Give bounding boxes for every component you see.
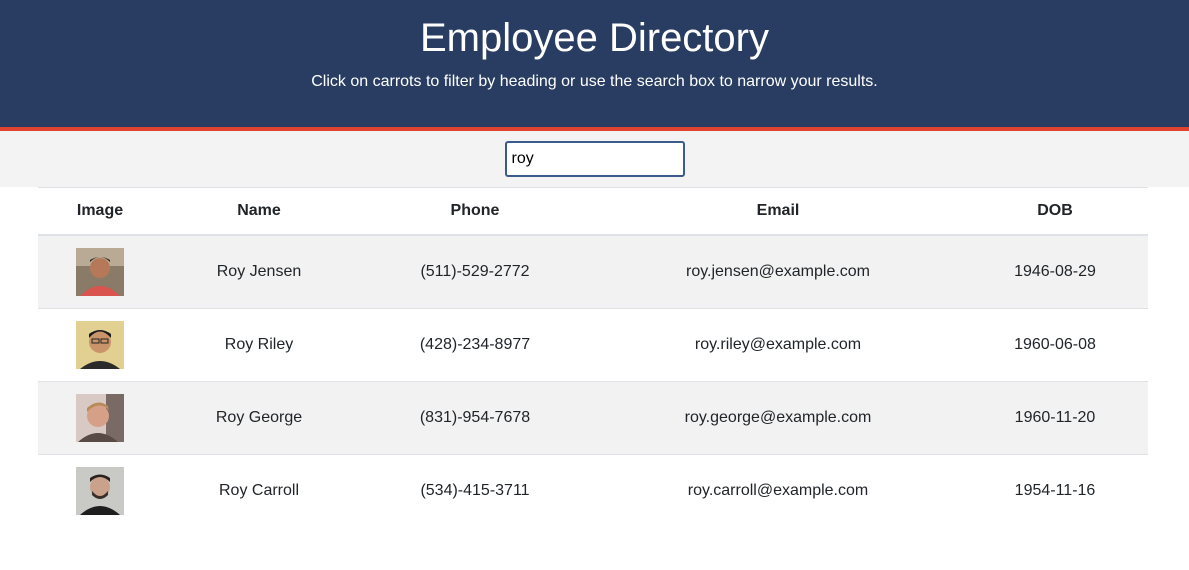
image-cell	[38, 454, 162, 527]
avatar	[76, 321, 124, 369]
table-row: Roy Riley (428)-234-8977 roy.riley@examp…	[38, 308, 1148, 382]
dob-cell: 1954-11-16	[962, 454, 1148, 527]
dob-cell: 1960-06-08	[962, 308, 1148, 382]
table-header-row: Image Name Phone Email DOB	[38, 187, 1148, 236]
email-cell: roy.carroll@example.com	[594, 454, 962, 527]
dob-cell: 1946-08-29	[962, 234, 1148, 309]
email-cell: roy.riley@example.com	[594, 308, 962, 382]
email-cell: roy.jensen@example.com	[594, 234, 962, 309]
dob-cell: 1960-11-20	[962, 381, 1148, 455]
phone-cell: (511)-529-2772	[356, 234, 594, 309]
image-cell	[38, 308, 162, 382]
avatar	[76, 394, 124, 442]
column-header-phone[interactable]: Phone	[356, 187, 594, 236]
search-input[interactable]	[504, 141, 685, 177]
table-row: Roy Jensen (511)-529-2772 roy.jensen@exa…	[38, 234, 1148, 309]
column-header-name[interactable]: Name	[162, 187, 356, 236]
search-bar	[0, 131, 1189, 187]
name-cell: Roy Riley	[162, 308, 356, 382]
column-header-dob[interactable]: DOB	[962, 187, 1148, 236]
avatar	[76, 248, 124, 296]
page-header: Employee Directory Click on carrots to f…	[0, 0, 1189, 131]
phone-cell: (534)-415-3711	[356, 454, 594, 527]
name-cell: Roy George	[162, 381, 356, 455]
table-row: Roy George (831)-954-7678 roy.george@exa…	[38, 381, 1148, 455]
name-cell: Roy Jensen	[162, 234, 356, 309]
page-title: Employee Directory	[419, 16, 769, 60]
page-subtitle: Click on carrots to filter by heading or…	[311, 73, 878, 90]
avatar	[76, 467, 124, 515]
image-cell	[38, 381, 162, 455]
table-row: Roy Carroll (534)-415-3711 roy.carroll@e…	[38, 454, 1148, 527]
email-cell: roy.george@example.com	[594, 381, 962, 455]
phone-cell: (428)-234-8977	[356, 308, 594, 382]
phone-cell: (831)-954-7678	[356, 381, 594, 455]
employee-table: Image Name Phone Email DOB Roy Jensen (5…	[38, 187, 1148, 527]
name-cell: Roy Carroll	[162, 454, 356, 527]
column-header-email[interactable]: Email	[594, 187, 962, 236]
image-cell	[38, 234, 162, 309]
column-header-image[interactable]: Image	[38, 187, 162, 236]
